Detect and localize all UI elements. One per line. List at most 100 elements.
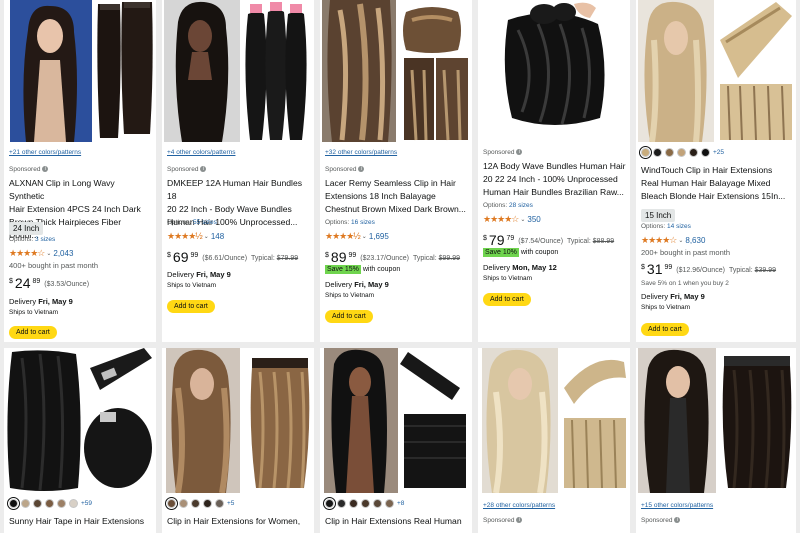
price[interactable]: $31 99 ($12.96/Ounce) Typical: $39.99 bbox=[641, 262, 792, 276]
product-card[interactable]: +5 Clip in Hair Extensions for Women, bbox=[162, 348, 314, 533]
product-image[interactable] bbox=[162, 0, 314, 142]
product-image[interactable] bbox=[636, 348, 796, 493]
star-rating[interactable]: ★★★★☆ bbox=[483, 214, 519, 225]
more-colors-link[interactable]: +25 bbox=[713, 149, 724, 156]
product-card[interactable]: +28 other colors/patterns Sponsored i bbox=[478, 348, 630, 533]
info-icon[interactable]: i bbox=[42, 166, 49, 173]
rating-count[interactable]: 350 bbox=[527, 215, 540, 224]
product-card[interactable]: +59 Sunny Hair Tape in Hair Extensions bbox=[4, 348, 156, 533]
add-to-cart-button[interactable]: Add to cart bbox=[167, 300, 215, 313]
chevron-down-icon[interactable]: ⌄ bbox=[520, 216, 525, 223]
color-swatch[interactable] bbox=[665, 148, 674, 157]
color-swatch[interactable] bbox=[385, 499, 394, 508]
price[interactable]: $69 99 ($6.61/Ounce) Typical: $79.99 bbox=[167, 250, 310, 264]
color-swatch[interactable] bbox=[7, 497, 20, 510]
product-card[interactable]: Sponsored i 12A Body Wave Bundles Human … bbox=[478, 0, 630, 342]
star-rating[interactable]: ★★★★½ bbox=[325, 231, 361, 242]
options-sizes-link[interactable]: 55 sizes bbox=[193, 219, 217, 226]
product-title[interactable]: Clip in Hair Extensions for Women, bbox=[167, 515, 310, 528]
options-sizes-link[interactable]: 14 sizes bbox=[667, 223, 691, 230]
rating-count[interactable]: 8,630 bbox=[685, 236, 705, 245]
more-colors-link[interactable]: +59 bbox=[81, 500, 92, 507]
add-to-cart-button[interactable]: Add to cart bbox=[9, 326, 57, 339]
color-swatch[interactable] bbox=[69, 499, 78, 508]
chevron-down-icon[interactable]: ⌄ bbox=[46, 250, 51, 257]
size-option-button[interactable]: 24 Inch bbox=[9, 222, 44, 235]
rating-count[interactable]: 1,695 bbox=[369, 232, 389, 241]
product-card[interactable]: +25 WindTouch Clip in Hair Extensions Rea… bbox=[636, 0, 796, 342]
product-image[interactable] bbox=[162, 348, 314, 493]
star-rating[interactable]: ★★★★☆ bbox=[641, 235, 677, 246]
color-swatch[interactable] bbox=[45, 499, 54, 508]
size-option-button[interactable]: 15 Inch bbox=[641, 209, 676, 222]
save-offer[interactable]: Save 5% on 1 when you buy 2 bbox=[641, 280, 792, 287]
color-swatch[interactable] bbox=[33, 499, 42, 508]
other-colors-link[interactable]: +15 other colors/patterns bbox=[641, 502, 792, 509]
product-card[interactable]: +8 Clip in Hair Extensions Real Human bbox=[320, 348, 472, 533]
product-card[interactable]: +4 other colors/patterns Sponsored i DMK… bbox=[162, 0, 314, 342]
star-rating[interactable]: ★★★★☆ bbox=[9, 248, 45, 259]
color-swatch[interactable] bbox=[361, 499, 370, 508]
product-card[interactable]: +15 other colors/patterns Sponsored i bbox=[636, 348, 796, 533]
product-card[interactable]: +21 other colors/patterns Sponsored i AL… bbox=[4, 0, 156, 342]
color-swatch[interactable] bbox=[191, 499, 200, 508]
product-image[interactable] bbox=[478, 0, 630, 142]
other-colors-link[interactable]: +4 other colors/patterns bbox=[167, 149, 310, 156]
color-swatch[interactable] bbox=[639, 146, 652, 159]
color-swatch[interactable] bbox=[215, 499, 224, 508]
color-swatch[interactable] bbox=[701, 148, 710, 157]
rating-count[interactable]: 2,043 bbox=[53, 249, 73, 258]
color-swatch[interactable] bbox=[677, 148, 686, 157]
other-colors-link[interactable]: +21 other colors/patterns bbox=[9, 149, 152, 156]
options-sizes-link[interactable]: 3 sizes bbox=[35, 236, 55, 243]
chevron-down-icon[interactable]: ⌄ bbox=[362, 233, 367, 240]
more-colors-link[interactable]: +8 bbox=[397, 500, 404, 507]
product-image[interactable] bbox=[320, 348, 472, 493]
info-icon[interactable]: i bbox=[358, 166, 365, 173]
color-swatch[interactable] bbox=[21, 499, 30, 508]
star-rating[interactable]: ★★★★½ bbox=[167, 231, 203, 242]
coupon-badge[interactable]: Save 10% with coupon bbox=[483, 248, 626, 257]
options-sizes-link[interactable]: 28 sizes bbox=[509, 202, 533, 209]
coupon-badge[interactable]: Save 15% with coupon bbox=[325, 265, 468, 274]
product-title[interactable]: WindTouch Clip in Hair Extensions Real Hu… bbox=[641, 164, 792, 203]
chevron-down-icon[interactable]: ⌄ bbox=[204, 233, 209, 240]
product-image[interactable] bbox=[4, 348, 156, 493]
color-swatch[interactable] bbox=[203, 499, 212, 508]
info-icon[interactable]: i bbox=[674, 517, 681, 524]
color-swatch[interactable] bbox=[373, 499, 382, 508]
color-swatch[interactable] bbox=[337, 499, 346, 508]
color-swatch[interactable] bbox=[165, 497, 178, 510]
product-card[interactable]: +32 other colors/patterns Sponsored i La… bbox=[320, 0, 472, 342]
rating-count[interactable]: 148 bbox=[211, 232, 224, 241]
color-swatch[interactable] bbox=[689, 148, 698, 157]
color-swatch[interactable] bbox=[323, 497, 336, 510]
add-to-cart-button[interactable]: Add to cart bbox=[325, 310, 373, 323]
price[interactable]: $89 99 ($23.17/Ounce) Typical: $99.99 bbox=[325, 250, 468, 264]
options-sizes-link[interactable]: 16 sizes bbox=[351, 219, 375, 226]
product-title[interactable]: Sunny Hair Tape in Hair Extensions bbox=[9, 515, 152, 528]
sponsored-label: Sponsored i bbox=[9, 166, 152, 173]
product-image[interactable] bbox=[636, 0, 796, 142]
info-icon[interactable]: i bbox=[516, 517, 523, 524]
price[interactable]: $24 89 ($3.53/Ounce) bbox=[9, 276, 152, 290]
more-colors-link[interactable]: +5 bbox=[227, 500, 234, 507]
color-swatch[interactable] bbox=[179, 499, 188, 508]
info-icon[interactable]: i bbox=[200, 166, 207, 173]
product-image[interactable] bbox=[478, 348, 630, 493]
other-colors-link[interactable]: +32 other colors/patterns bbox=[325, 149, 468, 156]
color-swatch[interactable] bbox=[57, 499, 66, 508]
add-to-cart-button[interactable]: Add to cart bbox=[641, 323, 689, 336]
color-swatch[interactable] bbox=[349, 499, 358, 508]
product-title[interactable]: Clip in Hair Extensions Real Human bbox=[325, 515, 468, 528]
chevron-down-icon[interactable]: ⌄ bbox=[678, 237, 683, 244]
color-swatch[interactable] bbox=[653, 148, 662, 157]
add-to-cart-button[interactable]: Add to cart bbox=[483, 293, 531, 306]
price[interactable]: $79 79 ($7.54/Ounce) Typical: $88.99 bbox=[483, 233, 626, 247]
product-title[interactable]: Lacer Remy Seamless Clip in Hair Extensio… bbox=[325, 177, 468, 216]
info-icon[interactable]: i bbox=[516, 149, 523, 156]
product-image[interactable] bbox=[320, 0, 472, 142]
product-image[interactable] bbox=[4, 0, 156, 142]
product-title[interactable]: 12A Body Wave Bundles Human Hair 20 22 24… bbox=[483, 160, 626, 199]
other-colors-link[interactable]: +28 other colors/patterns bbox=[483, 502, 626, 509]
